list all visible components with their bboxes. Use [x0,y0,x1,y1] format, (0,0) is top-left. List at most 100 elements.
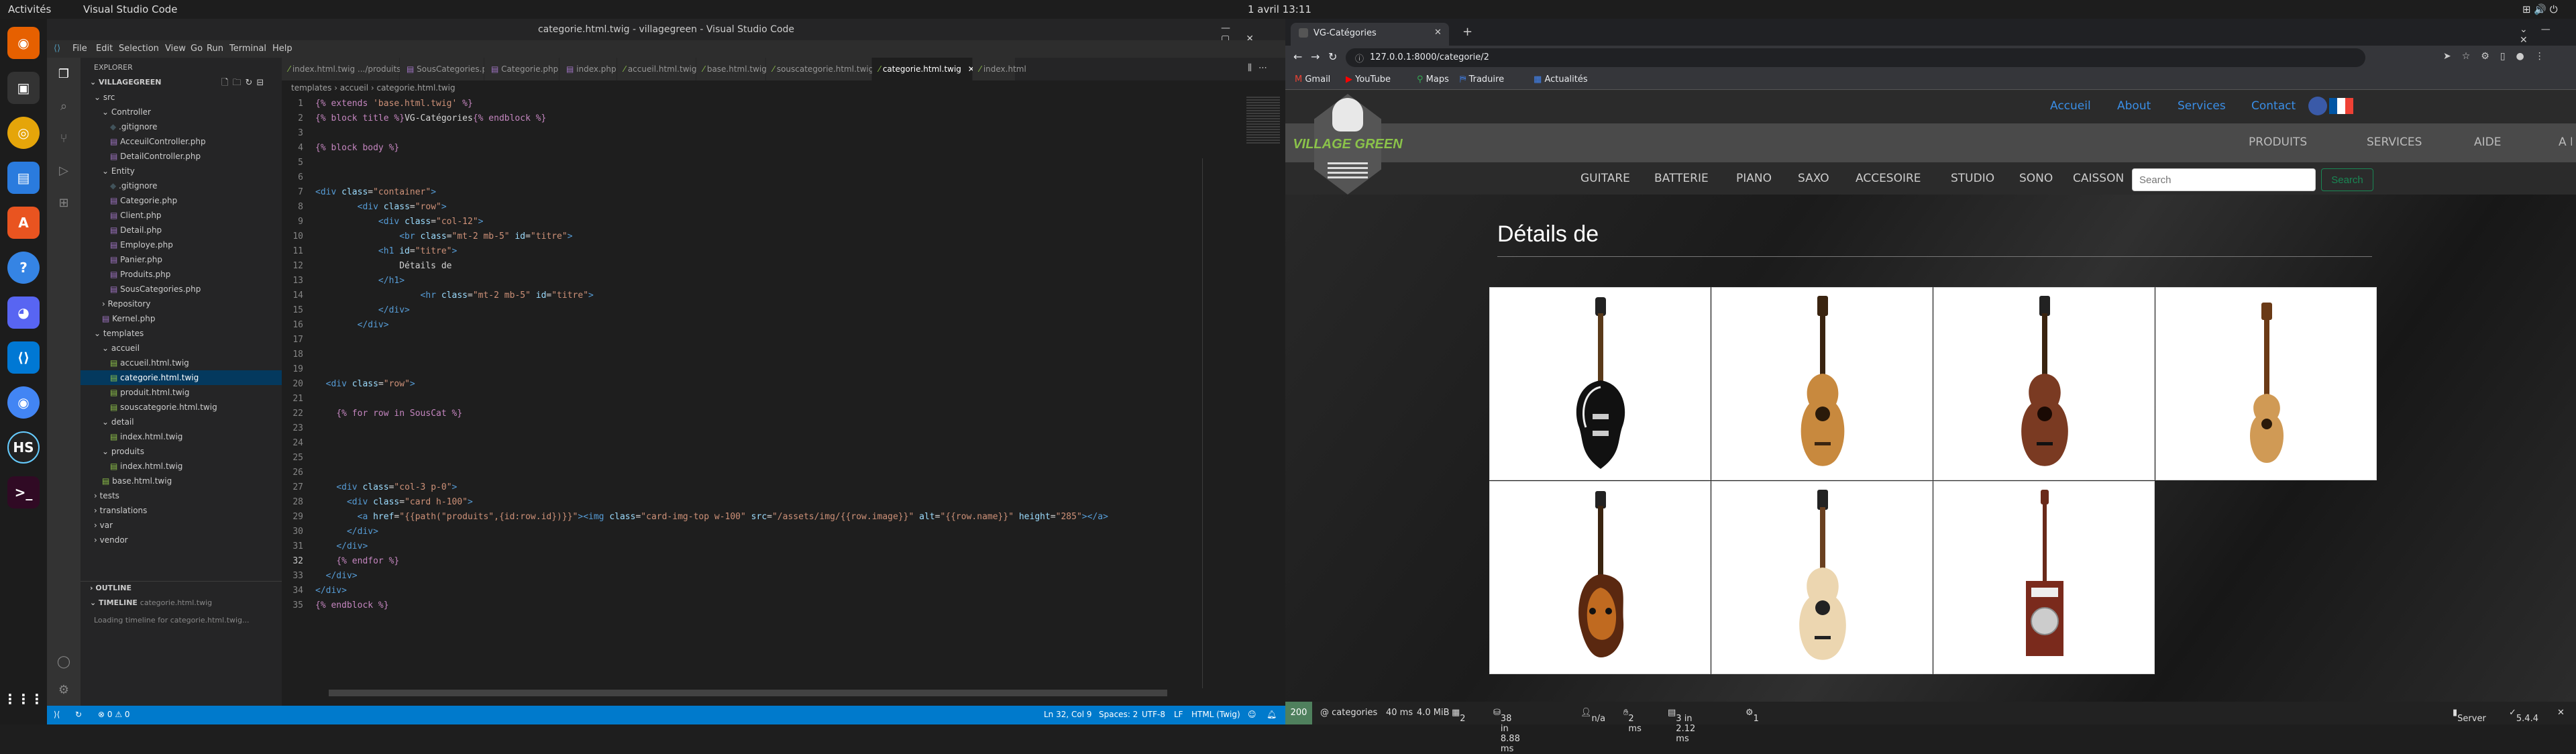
system-tray-icons[interactable]: ⊞ 🔊 ⏻ [2522,3,2558,15]
minimap[interactable] [1246,97,1280,144]
site-search-input[interactable] [2132,168,2316,191]
rhythmbox-icon[interactable]: ◎ [7,117,40,149]
bookmark-maps[interactable]: ⚲ Maps [1417,74,1449,85]
resonator-guitar-image[interactable] [2004,487,2085,668]
nav-accueil[interactable]: Accueil [2050,99,2091,113]
address-bar[interactable]: ⓘ 127.0.0.1:8000/categorie/2 [1346,48,2365,67]
tree-item[interactable]: ▤ index.html.twig [80,459,282,474]
new-tab-button[interactable]: + [1462,25,1472,39]
bookmark-news[interactable]: ▦ Actualités [1534,74,1588,85]
tree-item[interactable]: ▤ Produits.php [80,267,282,282]
product-card[interactable] [1711,287,1933,480]
bookmark-gmail[interactable]: M Gmail [1295,74,1330,85]
status-code[interactable]: 200 [1285,702,1312,724]
profiler-server[interactable]: ▮ Server [2453,708,2486,724]
feedback-icon[interactable]: ☺ [1248,710,1256,719]
mandolin-guitar-image[interactable] [1560,487,1641,668]
menu-view[interactable]: View [165,44,186,54]
tree-item[interactable]: ▤ accueil.html.twig [80,356,282,370]
chrome-icon[interactable]: ◉ [7,386,40,419]
nav-services[interactable]: Services [2178,99,2226,113]
search-icon[interactable]: ⌕ [56,99,72,115]
profiler-time[interactable]: ✋︎ 2 ms [1623,708,1642,734]
tree-item[interactable]: › vendor [80,533,282,547]
editor-tab[interactable]: ▤ index.php [559,58,617,80]
settings-gear-icon[interactable]: ⚙ [56,683,72,699]
indentation-status[interactable]: Spaces: 2 [1099,710,1138,719]
explorer-icon[interactable]: ❐ [56,67,72,83]
editor-tab[interactable]: ⁄ index.html.twig .../produits [282,58,401,80]
cursor-position[interactable]: Ln 32, Col 9 [1044,710,1092,719]
product-card[interactable] [1711,481,1933,674]
activities-button[interactable]: Activités [8,3,51,15]
tree-item[interactable]: ⌄ produits [80,444,282,459]
software-icon[interactable]: A [7,207,40,239]
product-card[interactable] [1489,481,1711,674]
editor-tab[interactable]: ⁄ categorie.html.twig ✕ [872,58,975,80]
site-info-icon[interactable]: ⓘ [1355,52,1364,64]
cat-guitare[interactable]: GUITARE [1580,172,1630,185]
menu-help[interactable]: Help [272,44,292,54]
menu-selection[interactable]: Selection [119,44,159,54]
tree-item[interactable]: ▤ base.html.twig [80,474,282,488]
tree-item[interactable]: ⌄ accueil [80,341,282,356]
tree-item[interactable]: ⌄ Entity [80,164,282,178]
tree-item[interactable]: ⌄ src [80,90,282,105]
editor-tab[interactable]: ⁄ base.html.twig [696,58,767,80]
product-card[interactable] [1933,287,2155,480]
tree-item[interactable]: ◆ .gitignore [80,119,282,134]
tree-item[interactable]: ⌄ Controller [80,105,282,119]
clock[interactable]: 1 avril 13:11 [1248,3,1311,15]
tree-item[interactable]: ▤ categorie.html.twig [80,370,282,385]
tree-item[interactable]: ▤ Panier.php [80,252,282,267]
horizontal-scrollbar[interactable] [329,690,1167,696]
help-icon[interactable]: ? [7,252,40,284]
notifications-icon[interactable]: 🔔︎ [1267,710,1277,719]
code-editor[interactable]: 1 {% extends 'base.html.twig' %} 2 {% block… [282,97,1187,687]
cat-caisson[interactable]: CAISSON [2073,172,2124,185]
nav-about[interactable]: About [2117,99,2151,113]
forward-icon[interactable]: → [1311,50,1320,63]
terminal-icon[interactable]: >_ [7,476,40,508]
french-flag-icon[interactable] [2329,98,2353,114]
site-search-button[interactable]: Search [2321,168,2373,191]
editor-tab[interactable]: ⁄ index.html [973,58,1026,80]
tree-item[interactable]: ▤ AcceuilController.php [80,134,282,149]
tree-item[interactable]: ▤ index.html.twig [80,429,282,444]
profiler-version[interactable]: ✓ 5.4.4 [2509,708,2538,724]
nav-contact[interactable]: Contact [2251,99,2296,113]
request-time[interactable]: 40 ms [1386,708,1413,718]
back-icon[interactable]: ← [1293,50,1302,63]
tree-item[interactable]: ▤ produit.html.twig [80,385,282,400]
bookmark-youtube[interactable]: ▶ YouTube [1346,74,1391,85]
tree-item[interactable]: › translations [80,503,282,518]
firefox-icon[interactable]: ◉ [7,27,40,59]
editor-tab[interactable]: ⁄ souscategorie.html.twig [766,58,873,80]
nav-aide[interactable]: AIDE [2474,136,2501,149]
tree-item[interactable]: ▤ DetailController.php [80,149,282,164]
cat-piano[interactable]: PIANO [1736,172,1772,185]
tree-item[interactable]: ⌄ detail [80,415,282,429]
discord-icon[interactable]: ◕ [7,297,40,329]
project-root[interactable]: ⌄ VILLAGEGREEN [90,78,161,87]
tree-item[interactable]: ⌄ templates [80,326,282,341]
toolbar-extension-icons[interactable]: ➤☆⚙▯●⋮ [2443,51,2555,62]
outline-section[interactable]: › OUTLINE [90,584,131,592]
tree-item[interactable]: ◆ .gitignore [80,178,282,193]
cat-accesoire[interactable]: ACCESOIRE [1856,172,1921,185]
cat-batterie[interactable]: BATTERIE [1654,172,1709,185]
sync-icon[interactable]: ↻ [75,710,82,719]
product-card[interactable] [2155,287,2377,480]
editor-tab[interactable]: ▤ Categorie.php [484,58,559,80]
remote-icon[interactable]: ⟩⟨ [54,710,60,719]
menu-file[interactable]: File [72,44,87,54]
source-control-icon[interactable]: ⑂ [56,131,72,148]
site-logo[interactable]: VILLAGE GREEN [1291,93,1405,195]
tree-item[interactable]: ▤ Client.php [80,208,282,223]
active-app-label[interactable]: Visual Studio Code [83,3,178,15]
tree-item[interactable]: ▤ Employe.php [80,237,282,252]
acoustic-light-guitar-image[interactable] [1782,487,1863,668]
tree-item[interactable]: › tests [80,488,282,503]
tree-item[interactable]: ▤ souscategorie.html.twig [80,400,282,415]
tree-item[interactable]: ▤ Categorie.php [80,193,282,208]
